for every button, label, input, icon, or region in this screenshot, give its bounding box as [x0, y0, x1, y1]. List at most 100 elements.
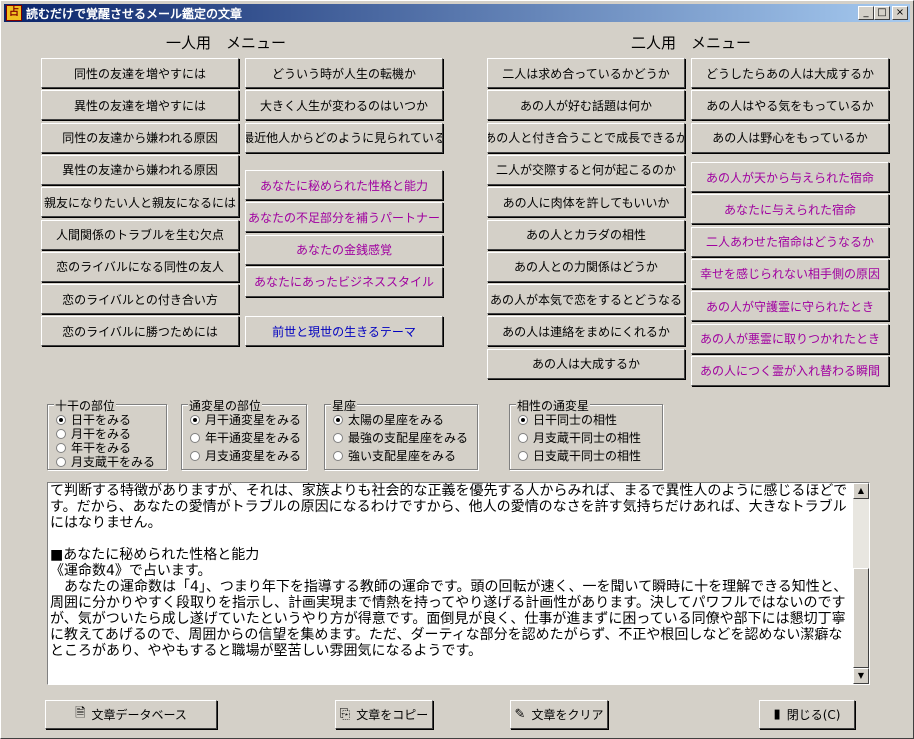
- radio-dot-icon[interactable]: [56, 428, 66, 439]
- radio-option[interactable]: 太陽の星座をみる: [333, 411, 444, 428]
- seiza-group: 星座 太陽の星座をみる 最強の支配星座をみる 強い支配星座をみる: [324, 397, 478, 470]
- radio-dot-icon[interactable]: [56, 414, 66, 425]
- radio-option[interactable]: 月支蔵干同士の相性: [518, 429, 641, 446]
- single-menu-button[interactable]: 同性の友達から嫌われる原因: [41, 122, 239, 153]
- radio-label: 月支蔵干同士の相性: [533, 431, 642, 445]
- result-textarea[interactable]: て判断する特徴がありますが、それは、家族よりも社会的な正義を優先する人からみれば…: [47, 482, 870, 685]
- aisho-group: 相性の通変星 日干同士の相性 月支蔵干同士の相性 日支蔵干同士の相性: [509, 397, 663, 470]
- single-menu-button[interactable]: 異性の友達を増やすには: [41, 90, 239, 121]
- pair-menu-button[interactable]: 幸せを感じられない相手側の原因: [691, 258, 889, 289]
- clear-icon: ✎: [514, 707, 526, 722]
- radio-option[interactable]: 日支蔵干同士の相性: [518, 447, 641, 464]
- single-menu-button[interactable]: 前世と現世の生きるテーマ: [245, 316, 443, 346]
- radio-dot-icon[interactable]: [518, 414, 528, 425]
- pair-menu-button[interactable]: あの人が悪霊に取りつかれたとき: [691, 323, 889, 354]
- result-text: て判断する特徴がありますが、それは、家族よりも社会的な正義を優先する人からみれば…: [50, 483, 848, 659]
- radio-label: 強い支配星座をみる: [348, 449, 457, 463]
- pair-menu-button[interactable]: あの人はやる気をもっているか: [691, 90, 889, 121]
- tsuhen-group: 通変星の部位 月干通変星をみる 年干通変星をみる 月支通変星をみる: [181, 397, 307, 470]
- radio-option[interactable]: 月干通変星をみる: [190, 411, 301, 428]
- app-icon[interactable]: 占: [6, 5, 22, 21]
- copy-icon: ⎘: [339, 707, 351, 722]
- pair-menu-button[interactable]: 二人は求め合っているかどうか: [487, 58, 685, 88]
- radio-label: 日支蔵干同士の相性: [533, 449, 642, 463]
- radio-label: 太陽の星座をみる: [348, 413, 445, 427]
- title-bar: 占 読むだけで覚醒させるメール鑑定の文章 _ □ ×: [4, 4, 910, 22]
- radio-option[interactable]: 日干同士の相性: [518, 411, 617, 428]
- pair-menu-button[interactable]: 二人が交際すると何が起こるのか: [487, 154, 685, 185]
- close-app-button[interactable]: ▮ 閉じる(C): [759, 700, 855, 729]
- radio-dot-icon[interactable]: [333, 414, 343, 425]
- pair-menu-button[interactable]: あの人が守護霊に守られたとき: [691, 291, 889, 322]
- radio-dot-icon[interactable]: [333, 432, 343, 443]
- single-menu-button[interactable]: あなたにあったビジネススタイル: [245, 266, 443, 297]
- radio-dot-icon[interactable]: [56, 456, 66, 467]
- copy-text-button[interactable]: ⎘ 文章をコピー: [335, 700, 433, 729]
- vertical-scrollbar[interactable]: ▲ ▼: [853, 483, 869, 684]
- single-menu-button[interactable]: 人間関係のトラブルを生む欠点: [41, 219, 239, 250]
- pair-menu-button[interactable]: あの人との力関係はどうか: [487, 251, 685, 282]
- radio-label: 月支蔵干をみる: [71, 455, 156, 469]
- radio-dot-icon[interactable]: [518, 450, 528, 461]
- pair-menu-button[interactable]: あの人とカラダの相性: [487, 219, 685, 250]
- radio-label: 最強の支配星座をみる: [348, 431, 469, 445]
- single-menu-button[interactable]: どういう時が人生の転機か: [245, 58, 443, 88]
- radio-dot-icon[interactable]: [56, 442, 66, 453]
- radio-dot-icon[interactable]: [518, 432, 528, 443]
- single-menu-button[interactable]: 異性の友達から嫌われる原因: [41, 154, 239, 185]
- database-icon: 🗎: [75, 705, 86, 721]
- pair-menu-button[interactable]: あの人につく霊が入れ替わる瞬間: [691, 355, 889, 386]
- pair-menu-button[interactable]: あの人は大成するか: [487, 348, 685, 379]
- radio-option[interactable]: 年干通変星をみる: [190, 429, 301, 446]
- single-menu-button[interactable]: 同性の友達を増やすには: [41, 58, 239, 88]
- clear-text-button[interactable]: ✎ 文章をクリア: [510, 700, 608, 729]
- radio-dot-icon[interactable]: [190, 450, 200, 461]
- minimize-button[interactable]: _: [858, 6, 874, 20]
- pair-menu-button[interactable]: あの人は連絡をまめにくれるか: [487, 316, 685, 347]
- radio-dot-icon[interactable]: [333, 450, 343, 461]
- maximize-button[interactable]: □: [874, 6, 890, 20]
- window-title: 読むだけで覚醒させるメール鑑定の文章: [26, 7, 243, 21]
- single-menu-button[interactable]: あなたの金銭感覚: [245, 234, 443, 265]
- radio-dot-icon[interactable]: [190, 432, 200, 443]
- pair-menu-button[interactable]: 二人あわせた宿命はどうなるか: [691, 226, 889, 257]
- pair-menu-button[interactable]: あなたに与えられた宿命: [691, 194, 889, 225]
- text-database-button[interactable]: 🗎 文章データベース: [45, 700, 217, 729]
- pair-menu-button[interactable]: あの人が好む話題は何か: [487, 90, 685, 121]
- pair-menu-button[interactable]: あの人は野心をもっているか: [691, 122, 889, 153]
- radio-option[interactable]: 月支通変星をみる: [190, 447, 301, 464]
- radio-label: 月干通変星をみる: [205, 413, 302, 427]
- pair-menu-button[interactable]: あの人と付き合うことで成長できるか: [487, 122, 685, 153]
- scroll-up-icon[interactable]: ▲: [853, 483, 869, 499]
- pair-menu-button[interactable]: あの人が本気で恋をするとどうなる: [487, 284, 685, 315]
- main-window: 占 読むだけで覚醒させるメール鑑定の文章 _ □ × 一人用 メニュー 二人用 …: [0, 0, 914, 739]
- pair-menu-button[interactable]: あの人に肉体を許してもいいか: [487, 187, 685, 218]
- copy-text-label: 文章をコピー: [356, 708, 429, 722]
- single-menu-button[interactable]: 親友になりたい人と親友になるには: [41, 187, 239, 218]
- single-menu-button[interactable]: 最近他人からどのように見られている: [245, 122, 443, 153]
- close-app-label: 閉じる(C): [786, 708, 841, 722]
- radio-option[interactable]: 最強の支配星座をみる: [333, 429, 468, 446]
- radio-option[interactable]: 月支蔵干をみる: [56, 453, 155, 470]
- close-door-icon: ▮: [773, 707, 781, 722]
- single-menu-button[interactable]: 恋のライバルになる同性の友人: [41, 251, 239, 282]
- single-menu-button[interactable]: 恋のライバルに勝つためには: [41, 316, 239, 347]
- scroll-down-icon[interactable]: ▼: [853, 668, 869, 684]
- radio-option[interactable]: 強い支配星座をみる: [333, 447, 456, 464]
- scroll-thumb[interactable]: [853, 568, 869, 668]
- radio-dot-icon[interactable]: [190, 414, 200, 425]
- radio-label: 月支通変星をみる: [205, 449, 302, 463]
- single-menu-header: 一人用 メニュー: [166, 34, 287, 52]
- radio-label: 年干通変星をみる: [205, 431, 302, 445]
- single-menu-button[interactable]: 大きく人生が変わるのはいつか: [245, 90, 443, 121]
- single-menu-button[interactable]: 恋のライバルとの付き合い方: [41, 284, 239, 315]
- pair-menu-button[interactable]: あの人が天から与えられた宿命: [691, 162, 889, 192]
- close-window-button[interactable]: ×: [892, 6, 908, 20]
- single-menu-button[interactable]: あなたに秘められた性格と能力: [245, 170, 443, 200]
- pair-menu-button[interactable]: どうしたらあの人は大成するか: [691, 58, 889, 88]
- text-database-label: 文章データベース: [91, 708, 187, 722]
- single-menu-button[interactable]: あなたの不足部分を補うパートナー: [245, 202, 443, 233]
- jikkan-group: 十干の部位 日干をみる 月干をみる 年干をみる 月支蔵干をみる: [47, 397, 167, 470]
- clear-text-label: 文章をクリア: [531, 708, 604, 722]
- pair-menu-header: 二人用 メニュー: [631, 34, 752, 52]
